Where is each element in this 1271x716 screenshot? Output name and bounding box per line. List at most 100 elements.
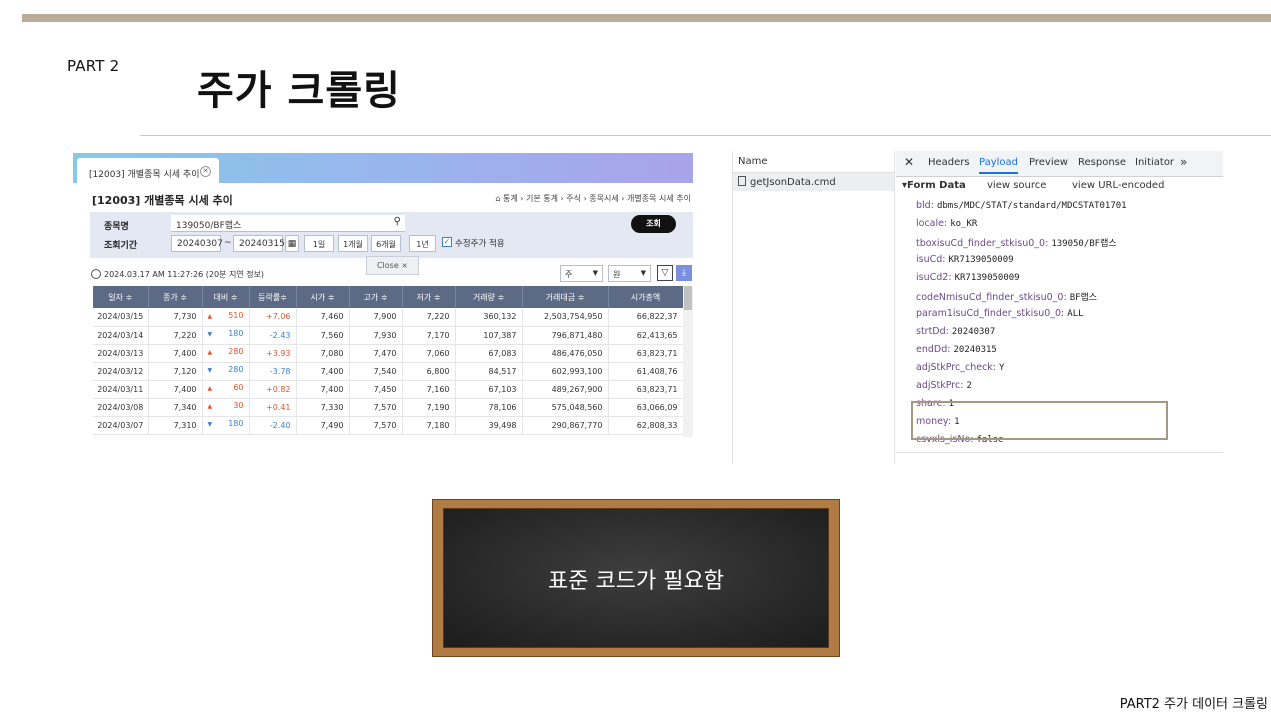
table-scrollbar[interactable]	[683, 286, 693, 437]
close-icon[interactable]: ✕	[904, 155, 914, 169]
cell-vol: 39,498	[455, 416, 523, 435]
adj-price-checkbox[interactable]: ✓	[442, 237, 452, 247]
tab-preview[interactable]: Preview	[1029, 157, 1068, 168]
cell-cap: 63,066,09	[608, 398, 684, 417]
cell-close: 7,730	[148, 308, 203, 327]
cell-rate: +0.82	[249, 380, 297, 399]
krx-page-heading: [12003] 개별종목 시세 추이	[92, 194, 233, 207]
form-data-value: 20240315	[953, 345, 997, 355]
title-divider	[140, 135, 1271, 136]
tab-initiator[interactable]: Initiator	[1135, 157, 1174, 168]
col-header-cap[interactable]: 시가총액	[608, 286, 684, 308]
stock-input-value: 139050/BF랩스	[176, 221, 242, 231]
form-data-value: 20240307	[951, 327, 996, 337]
cell-cap: 63,823,71	[608, 344, 684, 363]
cell-high: 7,570	[349, 416, 403, 435]
cell-close: 7,220	[148, 326, 203, 345]
part-label: PART 2	[67, 57, 120, 75]
col-header-close[interactable]: 종가 ≑	[148, 286, 203, 308]
name-column-header[interactable]: Name	[733, 151, 894, 173]
chalkboard-surface: 표준 코드가 필요함	[443, 508, 829, 648]
col-header-amount[interactable]: 거래대금 ≑	[522, 286, 609, 308]
cell-amount: 2,503,754,950	[522, 308, 609, 327]
form-data-row: isuCd: KR7139050009	[916, 254, 1014, 265]
cell-diff: ▲ 510	[202, 308, 250, 327]
table-header-row: 일자 ≑ 종가 ≑ 대비 ≑ 등락률≑ 시가 ≑ 고가 ≑ 저가 ≑ 거래량 ≑…	[93, 286, 684, 308]
form-data-key: adjStkPrc:	[916, 380, 964, 391]
network-request-item[interactable]: getJsonData.cmd	[733, 173, 894, 191]
col-header-diff[interactable]: 대비 ≑	[202, 286, 250, 308]
table-row[interactable]: 2024/03/07 7,310 ▼ 180 -2.40 7,490 7,570 7,180 3…	[93, 416, 684, 435]
cell-vol: 360,132	[455, 308, 523, 327]
krx-screenshot: [12003] 개별종목 시세 추이 ✕ [12003] 개별종목 시세 추이 …	[73, 153, 693, 437]
cell-date: 2024/03/14	[93, 326, 149, 345]
period-6m-button[interactable]: 6개월	[371, 235, 401, 252]
filter-icon[interactable]: ▽	[657, 265, 673, 281]
more-tabs-icon[interactable]: »	[1180, 155, 1187, 169]
cell-high: 7,900	[349, 308, 403, 327]
cell-diff-value: 30	[233, 401, 244, 410]
view-url-encoded-link[interactable]: view URL-encoded	[1072, 180, 1164, 191]
form-data-key: codeNmisuCd_finder_stkisu0_0:	[916, 292, 1067, 303]
table-row[interactable]: 2024/03/08 7,340 ▲ 30 +0.41 7,330 7,570 7,190 78…	[93, 398, 684, 417]
tab-payload[interactable]: Payload	[979, 157, 1018, 174]
form-data-value: ko_KR	[950, 219, 978, 229]
tab-close-icon[interactable]: ✕	[200, 166, 211, 177]
arrow-up-icon: ▲	[207, 385, 213, 392]
period-1y-button[interactable]: 1년	[409, 235, 436, 252]
devtools-divider	[896, 452, 1223, 453]
cell-open: 7,460	[296, 308, 350, 327]
unit-select[interactable]: 주 ▼	[560, 265, 603, 282]
slide-title: 주가 크롤링	[197, 68, 401, 114]
cell-rate: +7.06	[249, 308, 297, 327]
cell-open: 7,490	[296, 416, 350, 435]
period-1d-button[interactable]: 1일	[304, 235, 334, 252]
cell-vol: 84,517	[455, 362, 523, 381]
period-1m-button[interactable]: 1개월	[338, 235, 368, 252]
cell-rate: -2.40	[249, 416, 297, 435]
form-data-row: locale: ko_KR	[916, 218, 977, 229]
table-row[interactable]: 2024/03/12 7,120 ▼ 280 -3.78 7,400 7,540 6,800 8…	[93, 362, 684, 381]
currency-select-value: 원	[613, 270, 621, 279]
form-data-key: isuCd:	[916, 254, 946, 265]
stock-input[interactable]: 139050/BF랩스 ⚲	[171, 215, 405, 232]
arrow-down-icon: ▼	[207, 331, 213, 338]
table-row[interactable]: 2024/03/13 7,400 ▲ 280 +3.93 7,080 7,470 7,060 6…	[93, 344, 684, 363]
krx-tab[interactable]: [12003] 개별종목 시세 추이 ✕	[77, 158, 219, 184]
calendar-icon[interactable]: ▦	[285, 235, 299, 252]
download-icon[interactable]: ⤓	[676, 265, 692, 281]
col-header-volume[interactable]: 거래량 ≑	[455, 286, 523, 308]
isucd-highlight-box	[911, 401, 1168, 440]
search-icon[interactable]: ⚲	[394, 216, 401, 227]
col-header-low[interactable]: 저가 ≑	[402, 286, 456, 308]
tab-headers[interactable]: Headers	[928, 157, 970, 168]
end-date-input[interactable]: 20240315	[233, 235, 285, 252]
tab-response[interactable]: Response	[1078, 157, 1126, 168]
close-popup-button[interactable]: Close ×	[366, 256, 419, 275]
col-header-date[interactable]: 일자 ≑	[93, 286, 149, 308]
form-data-value: 139050/BF랩스	[1051, 239, 1117, 249]
cell-high: 7,930	[349, 326, 403, 345]
price-table: 일자 ≑ 종가 ≑ 대비 ≑ 등락률≑ 시가 ≑ 고가 ≑ 저가 ≑ 거래량 ≑…	[93, 286, 684, 435]
cell-cap: 61,408,76	[608, 362, 684, 381]
scrollbar-thumb[interactable]	[684, 286, 692, 310]
view-source-link[interactable]: view source	[987, 180, 1046, 191]
cell-high: 7,570	[349, 398, 403, 417]
col-header-high[interactable]: 고가 ≑	[349, 286, 403, 308]
table-row[interactable]: 2024/03/11 7,400 ▲ 60 +0.82 7,400 7,450 7,160 67…	[93, 380, 684, 399]
cell-diff-value: 280	[228, 365, 244, 374]
search-button[interactable]: 조회	[631, 215, 676, 233]
currency-select[interactable]: 원 ▼	[608, 265, 651, 282]
form-data-key: locale:	[916, 218, 948, 229]
cell-date: 2024/03/12	[93, 362, 149, 381]
col-header-rate[interactable]: 등락률≑	[249, 286, 297, 308]
start-date-input[interactable]: 20240307	[171, 235, 223, 252]
form-data-toggle[interactable]: ▾Form Data	[902, 180, 966, 191]
cell-open: 7,400	[296, 362, 350, 381]
table-row[interactable]: 2024/03/15 7,730 ▲ 510 +7.06 7,460 7,900 7,220 3…	[93, 308, 684, 327]
col-header-open[interactable]: 시가 ≑	[296, 286, 350, 308]
cell-open: 7,330	[296, 398, 350, 417]
cell-diff-value: 280	[228, 347, 244, 356]
table-row[interactable]: 2024/03/14 7,220 ▼ 180 -2.43 7,560 7,930 7,170 1…	[93, 326, 684, 345]
cell-diff-value: 510	[228, 310, 244, 320]
